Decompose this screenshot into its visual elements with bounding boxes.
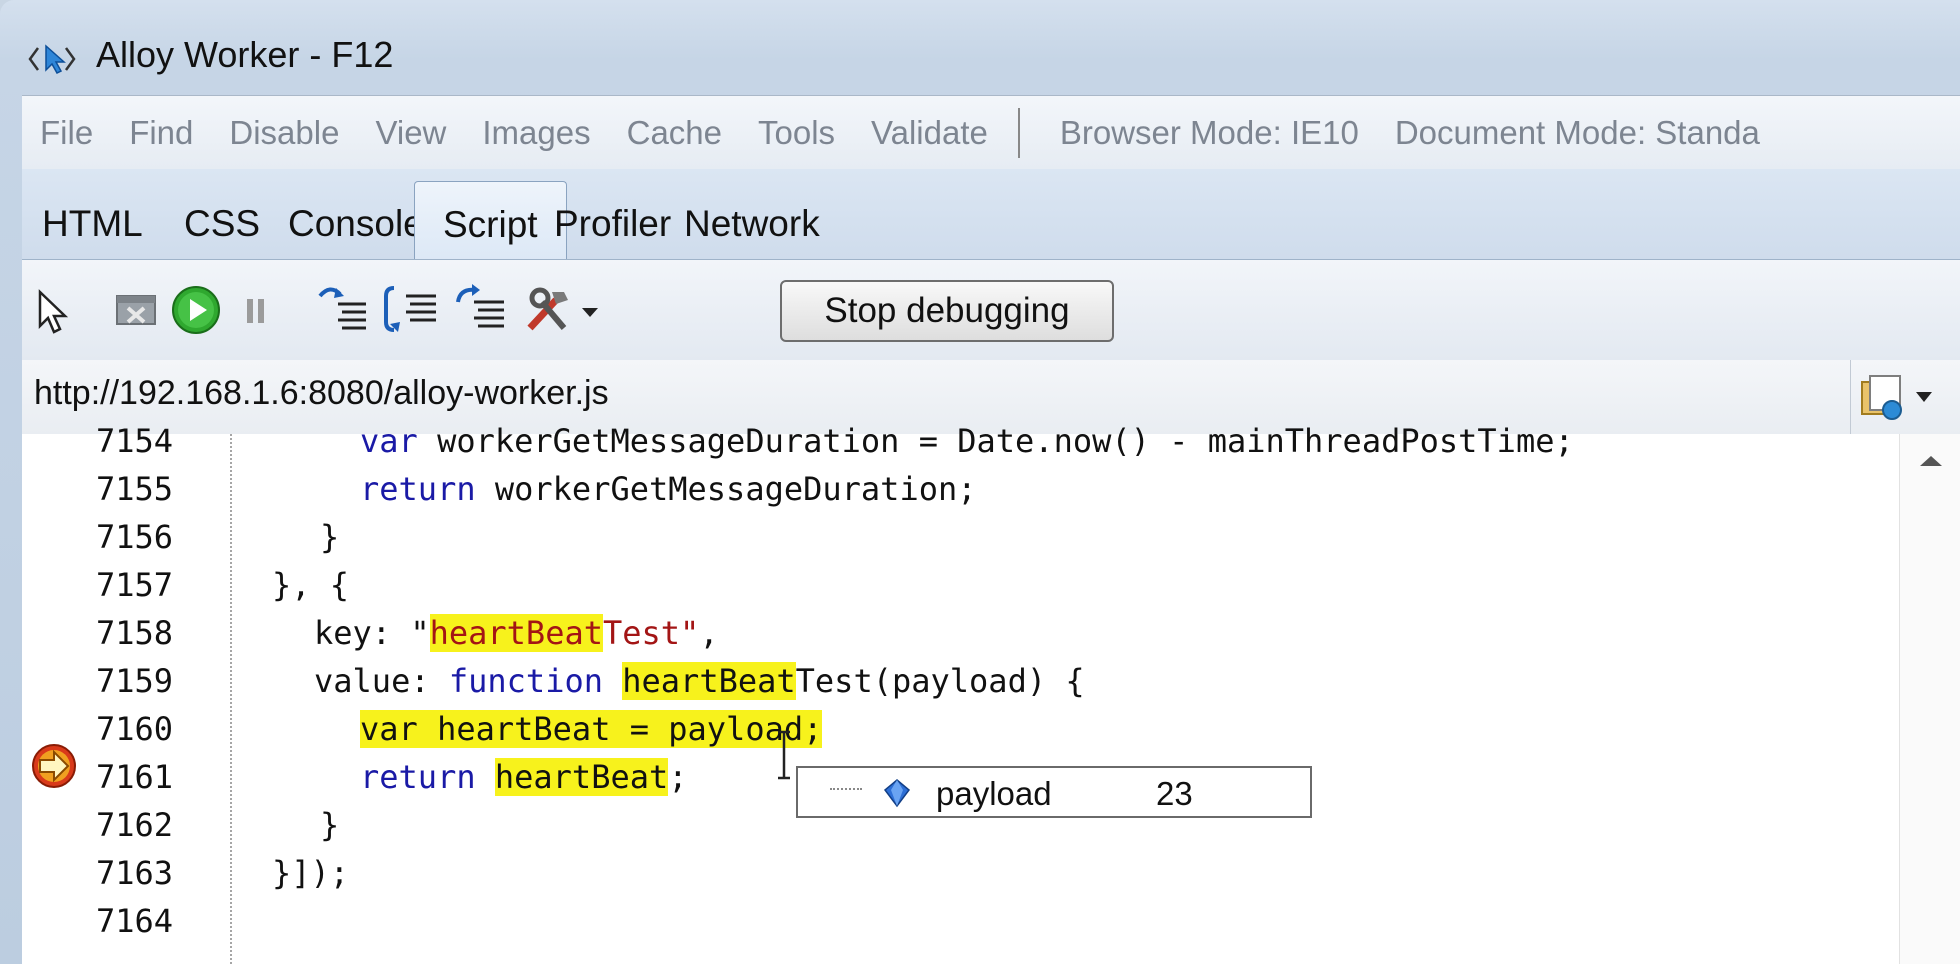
line-number: 7159 [96, 662, 174, 700]
line-number: 7164 [96, 902, 174, 940]
current-statement-highlight: var heartBeat = payload; [360, 710, 823, 748]
script-url[interactable]: http://192.168.1.6:8080/alloy-worker.js [34, 374, 609, 413]
keyword: return [360, 470, 476, 508]
line-number-current: 7160 [96, 710, 174, 748]
variable-icon [883, 779, 911, 808]
current-statement-line: var heartBeat = payload; [360, 710, 823, 748]
tab-css[interactable]: CSS [184, 203, 260, 245]
url-divider [1850, 360, 1851, 434]
code-line: key: "heartBeatTest", [314, 614, 719, 652]
code-line: return workerGetMessageDuration; [360, 470, 977, 508]
tab-console[interactable]: Console [288, 203, 424, 245]
code-text: key: " [314, 614, 430, 652]
document-mode-menu[interactable]: Document Mode: Standa [1395, 114, 1760, 152]
keyword: return [360, 758, 476, 796]
line-number: 7154 [96, 422, 174, 460]
select-element-icon[interactable] [36, 288, 70, 336]
keyword: var [360, 422, 418, 460]
tab-bar: HTML CSS Console Script Profiler Network [22, 169, 1960, 261]
window-title: Alloy Worker - F12 [96, 34, 394, 75]
code-line: }]); [272, 854, 350, 892]
menu-file[interactable]: File [40, 114, 93, 152]
menu-view[interactable]: View [375, 114, 446, 152]
line-number: 7155 [96, 470, 174, 508]
code-text: ; [668, 758, 688, 796]
tab-profiler[interactable]: Profiler [554, 203, 671, 245]
menu-validate[interactable]: Validate [871, 114, 988, 152]
menu-tools[interactable]: Tools [758, 114, 835, 152]
step-over-icon[interactable] [384, 282, 440, 338]
tab-html[interactable]: HTML [42, 203, 143, 245]
code-line: value: function heartBeatTest(payload) { [314, 662, 1085, 700]
vertical-scrollbar[interactable] [1899, 434, 1960, 964]
step-into-icon[interactable] [316, 282, 370, 334]
code-text: Test(payload) { [795, 662, 1085, 700]
line-number: 7158 [96, 614, 174, 652]
line-number: 7157 [96, 566, 174, 604]
code-text: workerGetMessageDuration; [475, 470, 977, 508]
menu-separator [1017, 107, 1020, 158]
keyword: function [448, 662, 603, 700]
menu-bar: File Find Disable View Images Cache Tool… [22, 95, 1960, 170]
line-number: 7156 [96, 518, 174, 556]
tree-connector [830, 788, 862, 790]
line-number: 7163 [96, 854, 174, 892]
menu-find[interactable]: Find [129, 114, 193, 152]
datatip-variable-name: payload [936, 775, 1052, 812]
devtools-logo-icon [28, 44, 76, 74]
text-cursor-icon [778, 730, 790, 780]
continue-icon[interactable] [170, 284, 222, 336]
search-highlight: heartBeat [622, 662, 796, 700]
code-line: } [320, 806, 340, 844]
pause-icon[interactable] [244, 296, 268, 326]
line-number-divider [230, 434, 232, 964]
tab-network[interactable]: Network [684, 203, 820, 245]
string-literal: Test" [602, 614, 700, 652]
browser-mode-menu[interactable]: Browser Mode: IE10 [1060, 114, 1359, 152]
code-text: , [699, 614, 719, 652]
code-editor[interactable]: 7154 7155 7156 7157 7158 7159 7160 7161 … [22, 422, 1960, 964]
step-out-icon[interactable] [454, 282, 508, 334]
breakpoint-gutter[interactable] [22, 434, 98, 964]
tools-icon[interactable] [524, 282, 604, 338]
code-line: var workerGetMessageDuration = Date.now(… [360, 422, 1574, 460]
script-toolbar: Stop debugging [22, 259, 1960, 361]
break-on-error-icon[interactable] [114, 292, 158, 328]
code-text: value: [314, 662, 449, 700]
search-highlight: heartBeat [494, 758, 669, 796]
search-highlight: heartBeat [429, 614, 603, 652]
devtools-window: Alloy Worker - F12 File Find Disable Vie… [0, 0, 1960, 964]
variable-datatip[interactable]: payload 23 [796, 766, 1312, 818]
line-number: 7162 [96, 806, 174, 844]
datatip-variable-value[interactable]: 23 [1156, 775, 1193, 813]
menu-cache[interactable]: Cache [627, 114, 722, 152]
menu-images[interactable]: Images [482, 114, 590, 152]
code-line: }, { [272, 566, 350, 604]
code-text: workerGetMessageDuration = Date.now() - … [417, 422, 1574, 460]
scroll-up-arrow-icon[interactable] [1920, 456, 1942, 466]
menu-disable[interactable]: Disable [229, 114, 339, 152]
title-bar: Alloy Worker - F12 [0, 0, 1960, 95]
code-line: return heartBeat; [360, 758, 688, 796]
script-list-icon[interactable] [1854, 372, 1946, 424]
current-statement-arrow-icon [32, 744, 76, 788]
stop-debugging-button[interactable]: Stop debugging [780, 280, 1114, 342]
line-number: 7161 [96, 758, 174, 796]
code-line: } [320, 518, 340, 556]
tab-script[interactable]: Script [414, 181, 567, 261]
